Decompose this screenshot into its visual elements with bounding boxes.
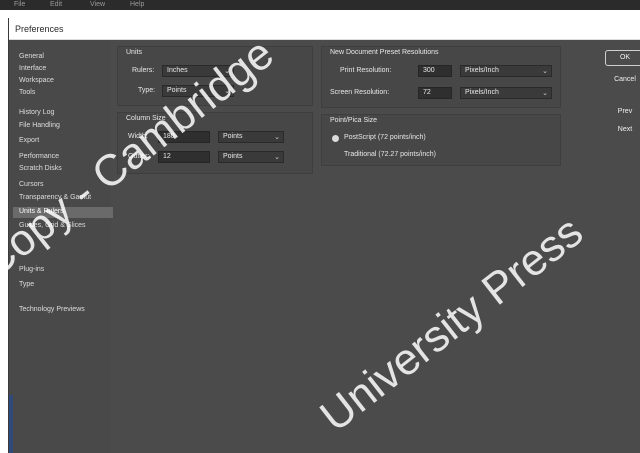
rulers-select[interactable]: Inches ⌄	[162, 65, 234, 77]
print-resolution-input[interactable]: 300	[418, 65, 452, 77]
next-button[interactable]: Next	[605, 122, 640, 138]
app-menu-strip: File Edit View Help	[0, 0, 640, 10]
cancel-button[interactable]: Cancel	[605, 72, 640, 88]
width-unit-select[interactable]: Points ⌄	[218, 131, 284, 143]
sidebar-item-history-log[interactable]: History Log	[17, 108, 56, 119]
menu-file[interactable]: File	[14, 1, 25, 8]
sidebar-item-performance[interactable]: Performance	[17, 152, 61, 163]
menu-edit[interactable]: Edit	[50, 1, 62, 8]
rulers-value: Inches	[167, 67, 188, 74]
sidebar-item-guides-grid[interactable]: Guides, Grid & Slices	[17, 221, 88, 232]
traditional-label: Traditional (72.27 points/inch)	[344, 151, 436, 158]
sidebar-item-units-rulers[interactable]: Units & Rulers	[13, 207, 113, 218]
rulers-label: Rulers:	[132, 67, 155, 74]
print-unit-value: Pixels/Inch	[465, 67, 499, 74]
column-size-group: Column Size Width: 180 Points ⌄ Gutter: …	[117, 112, 313, 174]
ok-button[interactable]: OK	[605, 50, 640, 66]
sidebar-item-workspace[interactable]: Workspace	[17, 76, 56, 87]
dialog-title: Preferences	[15, 24, 64, 34]
width-input[interactable]: 180	[158, 131, 210, 143]
print-unit-select[interactable]: Pixels/Inch ⌄	[460, 65, 552, 77]
type-label: Type:	[138, 87, 156, 94]
sidebar-item-file-handling[interactable]: File Handling	[17, 121, 62, 132]
sidebar-item-cursors[interactable]: Cursors	[17, 180, 46, 191]
chevron-down-icon: ⌄	[224, 88, 230, 95]
units-title: Units	[126, 49, 142, 56]
sidebar-item-tools[interactable]: Tools	[17, 88, 37, 99]
new-doc-title: New Document Preset Resolutions	[330, 49, 439, 56]
screen-unit-select[interactable]: Pixels/Inch ⌄	[460, 87, 552, 99]
width-label: Width:	[128, 133, 148, 140]
menu-view[interactable]: View	[90, 1, 105, 8]
sidebar-item-export[interactable]: Export	[17, 136, 41, 147]
sidebar-item-interface[interactable]: Interface	[17, 64, 48, 75]
postscript-label: PostScript (72 points/inch)	[344, 134, 426, 141]
preferences-sidebar: General Interface Workspace Tools Histor…	[9, 40, 113, 453]
screen-resolution-input[interactable]: 72	[418, 87, 452, 99]
sidebar-item-type[interactable]: Type	[17, 280, 36, 291]
postscript-radio[interactable]	[332, 135, 339, 142]
gutter-unit-value: Points	[223, 153, 243, 160]
chevron-down-icon: ⌄	[224, 68, 230, 75]
dialog-titlebar: Preferences	[9, 18, 640, 40]
sidebar-item-transparency[interactable]: Transparency & Gamut	[17, 193, 93, 204]
gutter-label: Gutter:	[128, 153, 150, 160]
prev-button[interactable]: Prev	[605, 104, 640, 120]
screen-resolution-label: Screen Resolution:	[330, 89, 390, 96]
chevron-down-icon: ⌄	[274, 154, 280, 161]
menu-help[interactable]: Help	[130, 1, 144, 8]
sidebar-item-general[interactable]: General	[17, 52, 46, 63]
sidebar-item-scratch-disks[interactable]: Scratch Disks	[17, 164, 64, 175]
gutter-input[interactable]: 12	[158, 151, 210, 163]
new-doc-resolution-group: New Document Preset Resolutions Print Re…	[321, 46, 561, 108]
point-pica-title: Point/Pica Size	[330, 117, 378, 124]
type-value: Points	[167, 87, 187, 94]
chevron-down-icon: ⌄	[542, 68, 548, 75]
width-unit-value: Points	[223, 133, 243, 140]
type-select[interactable]: Points ⌄	[162, 85, 234, 97]
sidebar-item-technology-previews[interactable]: Technology Previews	[17, 305, 87, 316]
column-size-title: Column Size	[126, 115, 166, 122]
point-pica-group: Point/Pica Size PostScript (72 points/in…	[321, 114, 561, 166]
chevron-down-icon: ⌄	[542, 90, 548, 97]
screen-unit-value: Pixels/Inch	[465, 89, 499, 96]
chevron-down-icon: ⌄	[274, 134, 280, 141]
sidebar-accent-bar	[9, 395, 13, 453]
gutter-unit-select[interactable]: Points ⌄	[218, 151, 284, 163]
units-group: Units Rulers: Inches ⌄ Type: Points ⌄	[117, 46, 313, 106]
print-resolution-label: Print Resolution:	[340, 67, 392, 74]
preferences-dialog: Preferences General Interface Workspace …	[8, 18, 640, 453]
sidebar-item-plugins[interactable]: Plug-ins	[17, 265, 46, 276]
